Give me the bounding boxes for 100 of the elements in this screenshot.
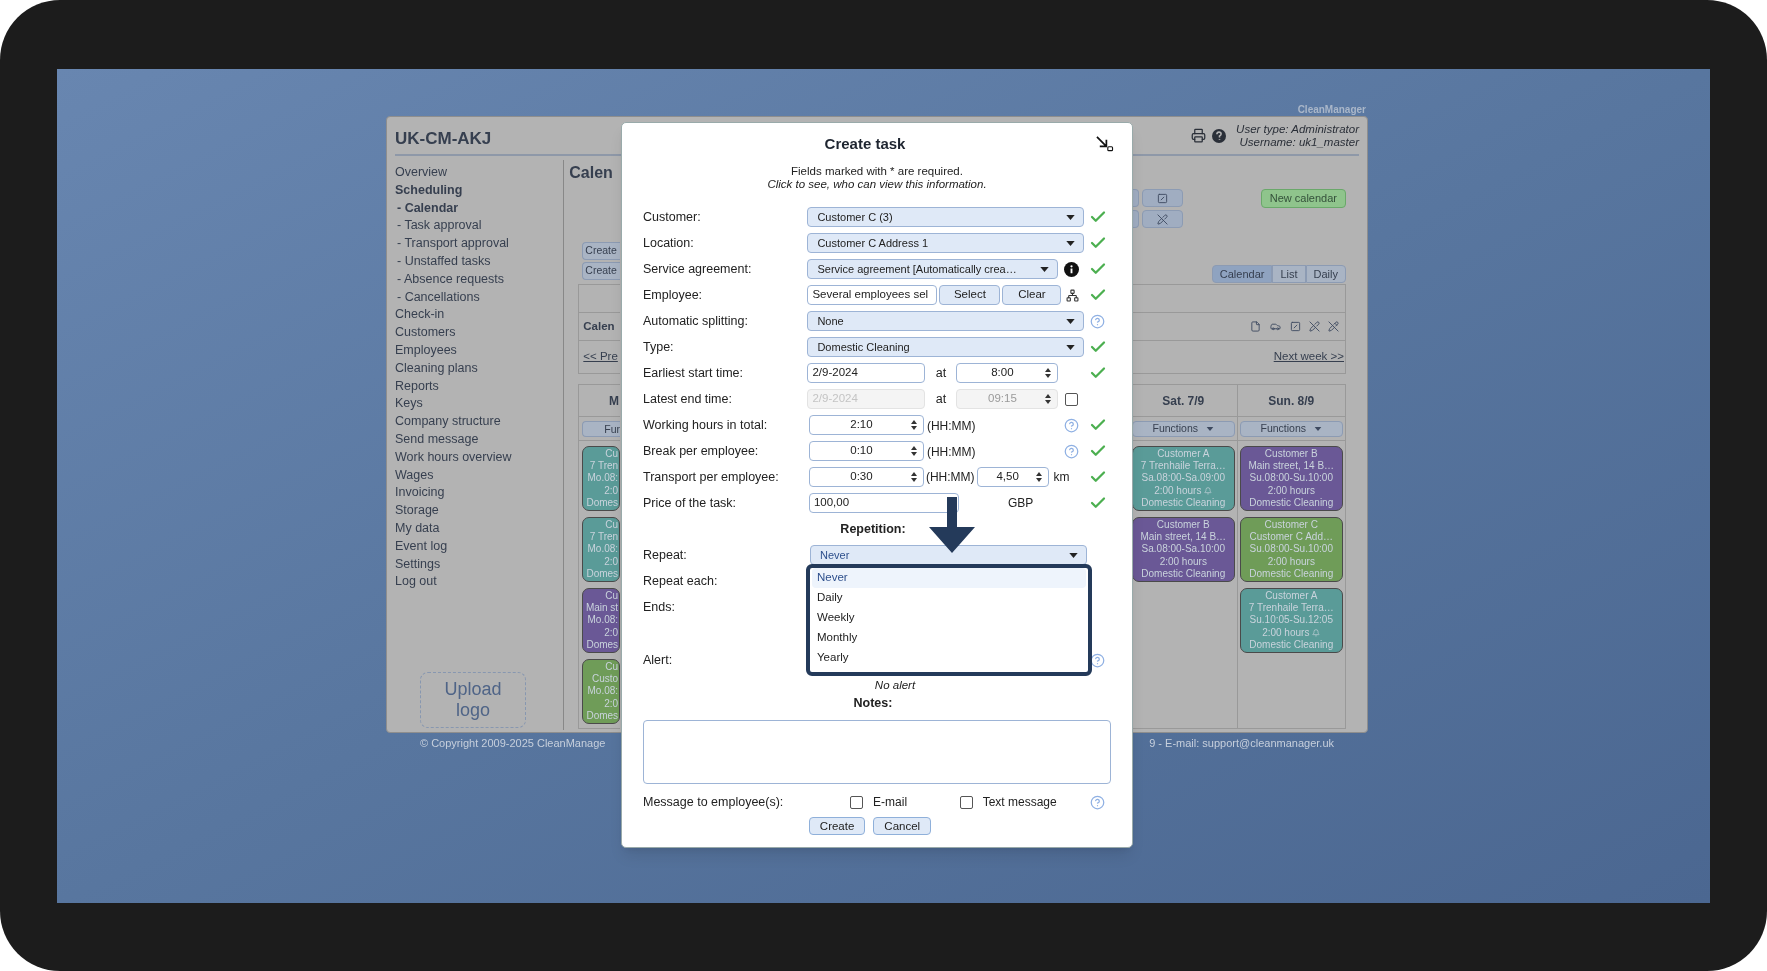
spinner-icon[interactable] [1043,392,1054,406]
spinner-icon[interactable] [908,470,919,484]
view-tab[interactable]: Calendar [1211,265,1273,283]
select-field[interactable]: Customer C (3) [807,207,1085,227]
sidebar-item[interactable]: - Absence requests [397,270,564,289]
card-text: Domes [586,567,619,580]
contact-text: 9 - E-mail: support@cleanmanager.uk [1149,736,1334,751]
help-icon[interactable] [1212,128,1227,143]
duration-field[interactable]: 0:10 [808,441,924,461]
checkbox[interactable] [850,795,864,809]
view-tab[interactable]: Daily [1305,265,1346,283]
previous-week-link[interactable]: << Pre [583,348,618,366]
slashed-square-icon[interactable] [1290,321,1301,332]
create-button[interactable]: Create [582,262,621,280]
sidebar-item[interactable]: Keys [395,395,564,414]
select-field[interactable]: Domestic Cleaning [807,337,1085,357]
select-field[interactable]: Customer C Address 1 [807,233,1085,253]
task-card[interactable]: Cu Main st Mo.08: 2:0 Domes [582,588,621,653]
checkbox[interactable] [959,795,973,809]
spinner-icon[interactable] [1043,366,1054,380]
spinner-icon[interactable] [1033,470,1044,484]
sidebar-item[interactable]: - Task approval [397,217,564,236]
employee-field[interactable]: Several employees sel [807,285,938,305]
functions-button[interactable]: Functions [1132,420,1235,437]
spinner-icon[interactable] [908,444,919,458]
dropdown-option[interactable]: Never [812,568,1086,588]
caret-icon [1314,426,1323,431]
sidebar-item[interactable]: Customers [395,324,564,342]
sidebar-item[interactable]: Check-in [395,306,564,325]
dialog-title: Create task [824,133,906,154]
dropdown-option[interactable]: Weekly [812,608,1086,628]
sidebar-item[interactable]: Invoicing [395,484,564,503]
functions-button[interactable]: Fur [582,420,621,437]
sidebar-item[interactable]: Cleaning plans [395,359,564,378]
car-icon[interactable] [1269,321,1282,332]
field-label: Repeat: [643,546,688,564]
create-button[interactable]: Create [582,242,621,260]
select-field[interactable]: Service agreement [Automatically crea… [807,259,1059,279]
card-text: Cu [605,519,619,532]
sidebar-item[interactable]: Log out [395,573,564,592]
field-label: Working hours in total: [643,416,769,434]
dropdown-option[interactable]: Yearly [812,648,1086,668]
field-button[interactable]: Select [939,285,1001,305]
document-icon[interactable] [1250,321,1261,332]
card-text: 7 Tren [589,531,619,544]
print-icon[interactable] [1191,128,1207,143]
section-heading: Repetition: [840,520,906,538]
distance-field[interactable]: 4,50 [976,467,1049,487]
sidebar-item[interactable]: - Transport approval [397,235,564,253]
sidebar-item[interactable]: - Cancellations [397,288,564,307]
card-text: Cu [605,448,619,461]
functions-button[interactable]: Functions [1239,420,1343,437]
duration-field[interactable]: 2:10 [808,415,924,435]
task-card[interactable]: Customer B Main street, 14 B… Sa.08:00-Sa.10:00 2:00 hours Domestic Cleaning [1132,517,1235,582]
visibility-link[interactable]: Click to see, who can view this information. [767,178,987,191]
task-card[interactable]: Customer B Main street, 14 B… Su.08:00-Su.10:00 2:00 hours Domestic Cleaning [1239,446,1343,511]
sidebar-item[interactable]: Company structure [395,413,564,431]
sidebar-item[interactable]: Overview [395,164,564,182]
hierarchy-icon[interactable] [1066,288,1080,302]
sidebar-item[interactable]: Wages [395,466,564,485]
sidebar-item[interactable]: Settings [395,555,564,574]
select-field[interactable]: None [807,311,1085,331]
sidebar-item[interactable]: Storage [395,502,564,520]
sidebar-item[interactable]: - Unstaffed tasks [397,253,564,271]
field-button[interactable]: Clear [1002,285,1062,305]
crossed-pencil-icon[interactable] [1328,321,1339,332]
next-week-link[interactable]: Next week >> [1273,348,1344,366]
dropdown-option[interactable]: Daily [812,588,1086,608]
info-icon[interactable] [1063,261,1079,277]
sidebar-item[interactable]: Event log [395,537,564,556]
dropdown-option[interactable]: Monthly [812,628,1086,648]
spinner-icon[interactable] [908,418,919,432]
username-label: Username: uk1_master [1239,135,1359,149]
help-icon[interactable] [1090,652,1106,668]
collapse-icon[interactable] [1095,135,1114,152]
sidebar-item[interactable]: Scheduling [395,181,564,200]
sidebar-item[interactable]: My data [395,519,564,538]
time-field[interactable]: 8:00 [956,363,1059,383]
date-field[interactable]: 2/9-2024 [807,363,926,383]
repeat-select[interactable]: Never [810,545,1087,565]
card-text: Customer C [1264,519,1318,532]
duration-field[interactable]: 0:30 [808,467,924,487]
notes-field[interactable] [643,720,1111,784]
sidebar-item[interactable]: - Calendar [397,199,564,218]
sidebar-item[interactable]: Send message [395,430,564,449]
sidebar-item[interactable]: Employees [395,341,564,360]
icon-button[interactable] [1142,189,1183,207]
field-label: Message to employee(s): [643,793,785,811]
dialog-button[interactable]: Cancel [873,817,932,835]
sidebar-item[interactable]: Work hours overview [395,448,564,467]
crossed-pen-icon[interactable] [1309,321,1320,332]
price-field[interactable]: 100,00 [808,493,959,513]
sidebar-item[interactable]: Reports [395,377,564,396]
view-tab[interactable]: List [1272,265,1306,283]
field-label: Break per employee: [643,442,760,460]
dialog-button[interactable]: Create [808,817,866,835]
upload-logo-box[interactable]: Upload logo [420,672,526,728]
new-calendar-button[interactable]: New calendar [1260,189,1346,208]
card-text: Domes [586,638,619,651]
icon-button[interactable] [1142,210,1183,228]
